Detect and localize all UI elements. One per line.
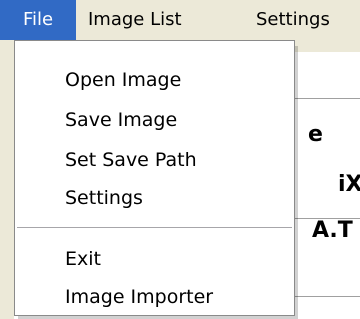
menu-file[interactable]: File bbox=[0, 0, 76, 40]
menu-item-save-image[interactable]: Save Image bbox=[65, 108, 177, 132]
menu-settings[interactable]: Settings bbox=[256, 0, 330, 40]
menu-item-set-save-path[interactable]: Set Save Path bbox=[65, 148, 197, 172]
menu-item-image-importer[interactable]: Image Importer bbox=[65, 285, 213, 309]
background-text: iX bbox=[338, 172, 360, 197]
file-dropdown-menu: Open Image Save Image Set Save Path Sett… bbox=[14, 40, 295, 316]
menu-item-open-image[interactable]: Open Image bbox=[65, 68, 181, 92]
background-text: e bbox=[308, 122, 323, 147]
menu-image-list[interactable]: Image List bbox=[88, 0, 182, 40]
menu-item-settings[interactable]: Settings bbox=[65, 186, 143, 210]
menu-bar: File Image List Settings bbox=[0, 0, 360, 41]
menu-item-exit[interactable]: Exit bbox=[65, 247, 101, 271]
menu-separator bbox=[17, 227, 292, 229]
background-text: A.T bbox=[312, 218, 353, 243]
